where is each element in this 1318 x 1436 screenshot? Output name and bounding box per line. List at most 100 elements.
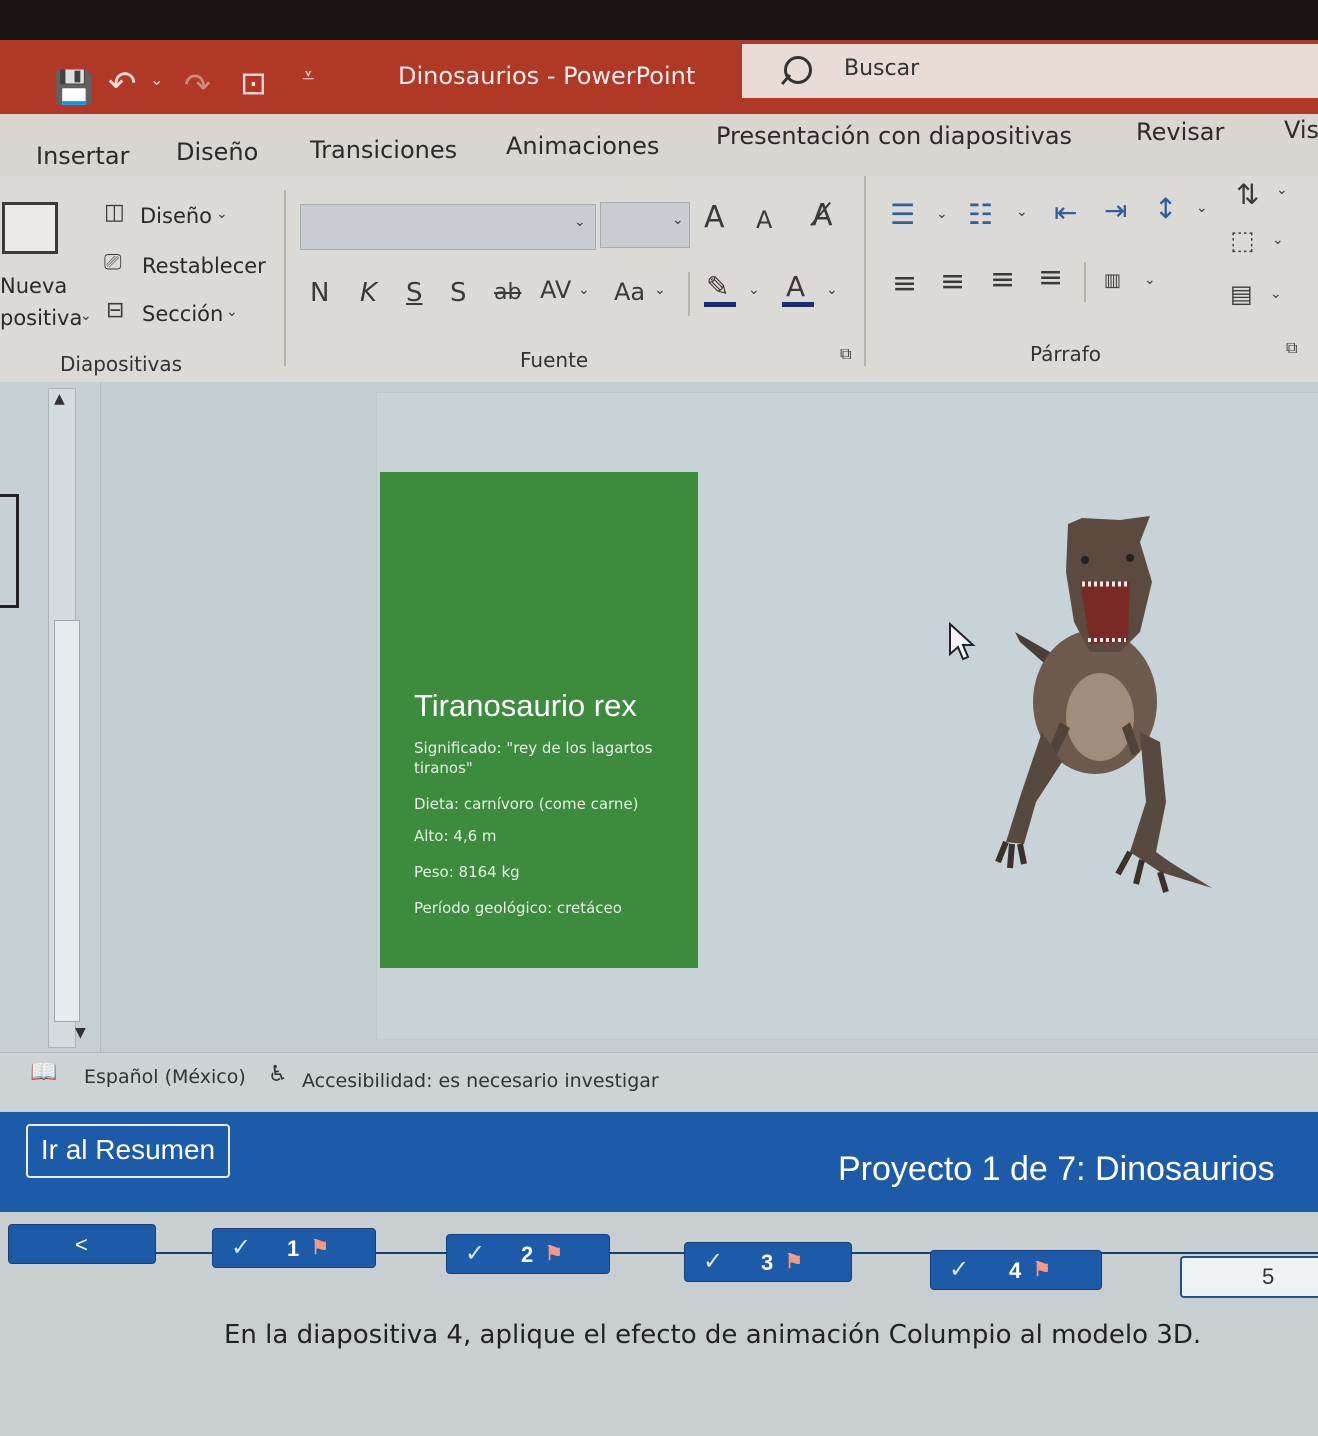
- task-3-check-icon: ✓: [703, 1248, 724, 1275]
- change-case-dropdown-icon[interactable]: ⌄: [654, 282, 666, 298]
- font-name-box[interactable]: [300, 204, 596, 250]
- tab-transiciones[interactable]: Transiciones: [310, 136, 457, 164]
- decrease-indent-icon[interactable]: ⇤: [1054, 196, 1077, 229]
- task-instruction: En la diapositiva 4, aplique el efecto d…: [224, 1320, 1202, 1350]
- numbering-icon[interactable]: ☷: [968, 198, 993, 231]
- present-from-start-icon[interactable]: ⊡: [240, 64, 267, 102]
- tab-revisar[interactable]: Revisar: [1136, 118, 1224, 146]
- layout-dropdown-icon[interactable]: ⌄: [216, 206, 228, 222]
- shadow-button[interactable]: S: [450, 278, 467, 308]
- mouse-cursor-icon: [949, 622, 976, 661]
- undo-icon[interactable]: ↶: [108, 64, 137, 104]
- grow-font-icon[interactable]: A: [704, 200, 725, 235]
- align-left-icon[interactable]: ≡: [892, 266, 917, 301]
- search-box[interactable]: [742, 44, 1318, 98]
- slide-line-period: Período geológico: cretáceo: [414, 899, 622, 917]
- section-button[interactable]: Sección: [142, 302, 223, 326]
- text-direction-icon[interactable]: ⇅: [1236, 178, 1259, 211]
- highlight-pen-icon[interactable]: ✎: [706, 270, 729, 303]
- language-status[interactable]: Español (México): [84, 1066, 246, 1088]
- task-2-flag-icon[interactable]: ⚑: [545, 1241, 563, 1266]
- font-dialog-launcher-icon[interactable]: ⧉: [840, 344, 851, 364]
- align-center-icon[interactable]: ≡: [940, 264, 965, 299]
- text-direction-dropdown-icon[interactable]: ⌄: [1276, 182, 1288, 198]
- task-2-button[interactable]: ✓ 2 ⚑: [446, 1234, 610, 1274]
- scroll-thumb[interactable]: [54, 620, 80, 1022]
- shrink-font-icon[interactable]: A: [756, 206, 772, 234]
- search-icon: [784, 56, 812, 84]
- section-dropdown-icon[interactable]: ⌄: [226, 304, 238, 320]
- tab-diseno[interactable]: Diseño: [176, 138, 258, 166]
- tab-insertar[interactable]: Insertar: [36, 142, 129, 170]
- bullets-dropdown-icon[interactable]: ⌄: [936, 206, 948, 222]
- highlight-dropdown-icon[interactable]: ⌄: [748, 282, 760, 298]
- scroll-down-icon[interactable]: ▼: [75, 1025, 86, 1041]
- customize-qat-icon[interactable]: ⩡: [302, 64, 314, 89]
- font-size-dropdown-icon[interactable]: ⌄: [672, 212, 684, 228]
- scroll-up-icon[interactable]: ▲: [54, 391, 65, 407]
- task-1-button[interactable]: ✓ 1 ⚑: [212, 1228, 376, 1268]
- new-slide-icon[interactable]: [2, 202, 58, 254]
- task-3-flag-icon[interactable]: ⚑: [785, 1249, 803, 1274]
- font-name-dropdown-icon[interactable]: ⌄: [574, 214, 586, 230]
- character-spacing-button[interactable]: AV: [540, 276, 571, 304]
- accessibility-icon[interactable]: ♿: [268, 1062, 288, 1087]
- undo-dropdown-icon[interactable]: ⌄: [150, 70, 163, 89]
- task-5-button[interactable]: 5: [1180, 1256, 1318, 1298]
- task-3-button[interactable]: ✓ 3 ⚑: [684, 1242, 852, 1282]
- slide-title[interactable]: Tiranosaurio rex: [414, 688, 637, 724]
- slide-line-diet: Dieta: carnívoro (come carne): [414, 795, 639, 813]
- previous-arrow-icon: <: [75, 1232, 88, 1257]
- previous-task-button[interactable]: <: [8, 1224, 156, 1264]
- line-spacing-dropdown-icon[interactable]: ⌄: [1196, 200, 1208, 216]
- task-4-flag-icon[interactable]: ⚑: [1033, 1257, 1051, 1282]
- slide-line-height: Alto: 4,6 m: [414, 827, 497, 845]
- t-rex-3d-model[interactable]: [990, 512, 1220, 902]
- bold-button[interactable]: N: [310, 278, 329, 308]
- new-slide-dropdown-icon[interactable]: ⌄: [80, 308, 92, 324]
- align-right-icon[interactable]: ≡: [990, 262, 1015, 297]
- new-slide-label-2[interactable]: positiva: [0, 306, 82, 330]
- tab-animaciones[interactable]: Animaciones: [506, 132, 659, 160]
- font-color-dropdown-icon[interactable]: ⌄: [826, 282, 838, 298]
- task-3-number: 3: [761, 1250, 774, 1275]
- align-text-dropdown-icon[interactable]: ⌄: [1272, 232, 1284, 248]
- reset-button[interactable]: Restablecer: [142, 254, 266, 278]
- save-icon[interactable]: 💾: [54, 68, 94, 106]
- underline-button[interactable]: S: [406, 278, 423, 308]
- columns-icon[interactable]: ▥: [1104, 270, 1121, 291]
- new-slide-label[interactable]: Nueva: [0, 274, 67, 298]
- section-icon: ⊟: [106, 298, 125, 323]
- align-text-icon[interactable]: ⬚: [1230, 226, 1255, 256]
- character-spacing-dropdown-icon[interactable]: ⌄: [578, 282, 590, 298]
- bullets-icon[interactable]: ☰: [890, 198, 915, 231]
- group-separator-2: [864, 176, 866, 366]
- accessibility-status[interactable]: Accesibilidad: es necesario investigar: [302, 1070, 659, 1092]
- strikethrough-button[interactable]: ab: [494, 280, 521, 305]
- redo-icon[interactable]: ↷: [184, 66, 211, 104]
- layout-button[interactable]: Diseño: [140, 204, 212, 228]
- paragraph-dialog-launcher-icon[interactable]: ⧉: [1286, 338, 1297, 358]
- smartart-dropdown-icon[interactable]: ⌄: [1270, 286, 1282, 302]
- layout-icon: ◫: [104, 200, 125, 225]
- selected-slide-thumbnail[interactable]: [0, 494, 19, 608]
- tab-presentacion[interactable]: Presentación con diapositivas: [716, 122, 1072, 150]
- task-1-flag-icon[interactable]: ⚑: [311, 1235, 329, 1260]
- justify-icon[interactable]: ≡: [1038, 260, 1063, 295]
- task-2-number: 2: [521, 1242, 534, 1267]
- change-case-button[interactable]: Aa: [614, 278, 645, 306]
- numbering-dropdown-icon[interactable]: ⌄: [1016, 204, 1028, 220]
- task-4-button[interactable]: ✓ 4 ⚑: [930, 1250, 1102, 1290]
- task-4-check-icon: ✓: [949, 1256, 970, 1283]
- spelling-check-icon[interactable]: 📖: [30, 1060, 57, 1085]
- italic-button[interactable]: K: [360, 278, 377, 308]
- task-1-check-icon: ✓: [231, 1234, 252, 1261]
- font-color-icon[interactable]: A: [786, 270, 805, 303]
- line-spacing-icon[interactable]: ↕: [1154, 192, 1177, 225]
- clear-formatting-icon[interactable]: A̸: [812, 198, 833, 233]
- go-to-summary-button[interactable]: Ir al Resumen: [26, 1124, 230, 1178]
- tab-vista[interactable]: Vis: [1284, 116, 1318, 144]
- smartart-icon[interactable]: ▤: [1230, 280, 1253, 308]
- increase-indent-icon[interactable]: ⇥: [1104, 194, 1127, 227]
- columns-dropdown-icon[interactable]: ⌄: [1144, 272, 1156, 288]
